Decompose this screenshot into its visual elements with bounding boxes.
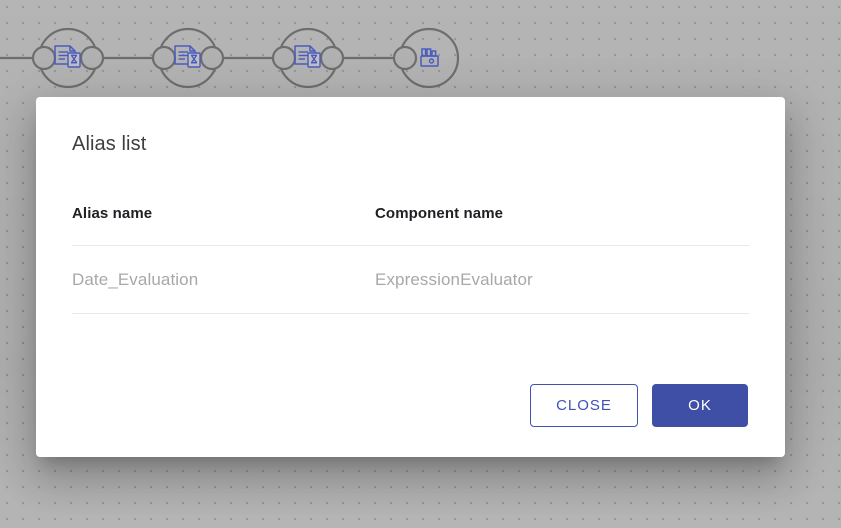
node-4-input-port[interactable] [392,45,418,71]
table-header-row: Alias name Component name [72,205,749,246]
alias-list-dialog: Alias list Alias name Component name Dat… [36,97,785,457]
document-hourglass-icon [174,45,201,68]
pipeline-node-3[interactable] [271,27,345,89]
dialog-title: Alias list [72,133,147,155]
pipeline-node-2[interactable] [151,27,225,89]
cell-alias-name: Date_Evaluation [72,245,375,314]
node-1-output-port[interactable] [79,45,105,71]
node-3-output-port[interactable] [319,45,345,71]
ok-button[interactable]: OK [652,384,748,427]
document-hourglass-icon [294,45,321,68]
pipeline-canvas[interactable]: Alias list Alias name Component name Dat… [0,0,841,528]
pipeline-node-1[interactable] [31,27,105,89]
database-output-icon [420,48,439,67]
alias-table-body: Date_Evaluation ExpressionEvaluator [72,245,749,314]
alias-table: Alias name Component name Date_Evaluatio… [72,205,749,314]
node-3-input-port[interactable] [271,45,297,71]
node-2-output-port[interactable] [199,45,225,71]
column-header-component-name: Component name [375,205,749,246]
document-hourglass-icon [54,45,81,68]
pipeline-node-4[interactable] [392,27,460,89]
table-row[interactable]: Date_Evaluation ExpressionEvaluator [72,245,749,314]
cell-component-name: ExpressionEvaluator [375,245,749,314]
column-header-alias-name: Alias name [72,205,375,246]
dialog-actions: CLOSE OK [530,384,748,427]
node-1-input-port[interactable] [31,45,57,71]
node-2-input-port[interactable] [151,45,177,71]
close-button[interactable]: CLOSE [530,384,638,427]
alias-table-head: Alias name Component name [72,205,749,246]
